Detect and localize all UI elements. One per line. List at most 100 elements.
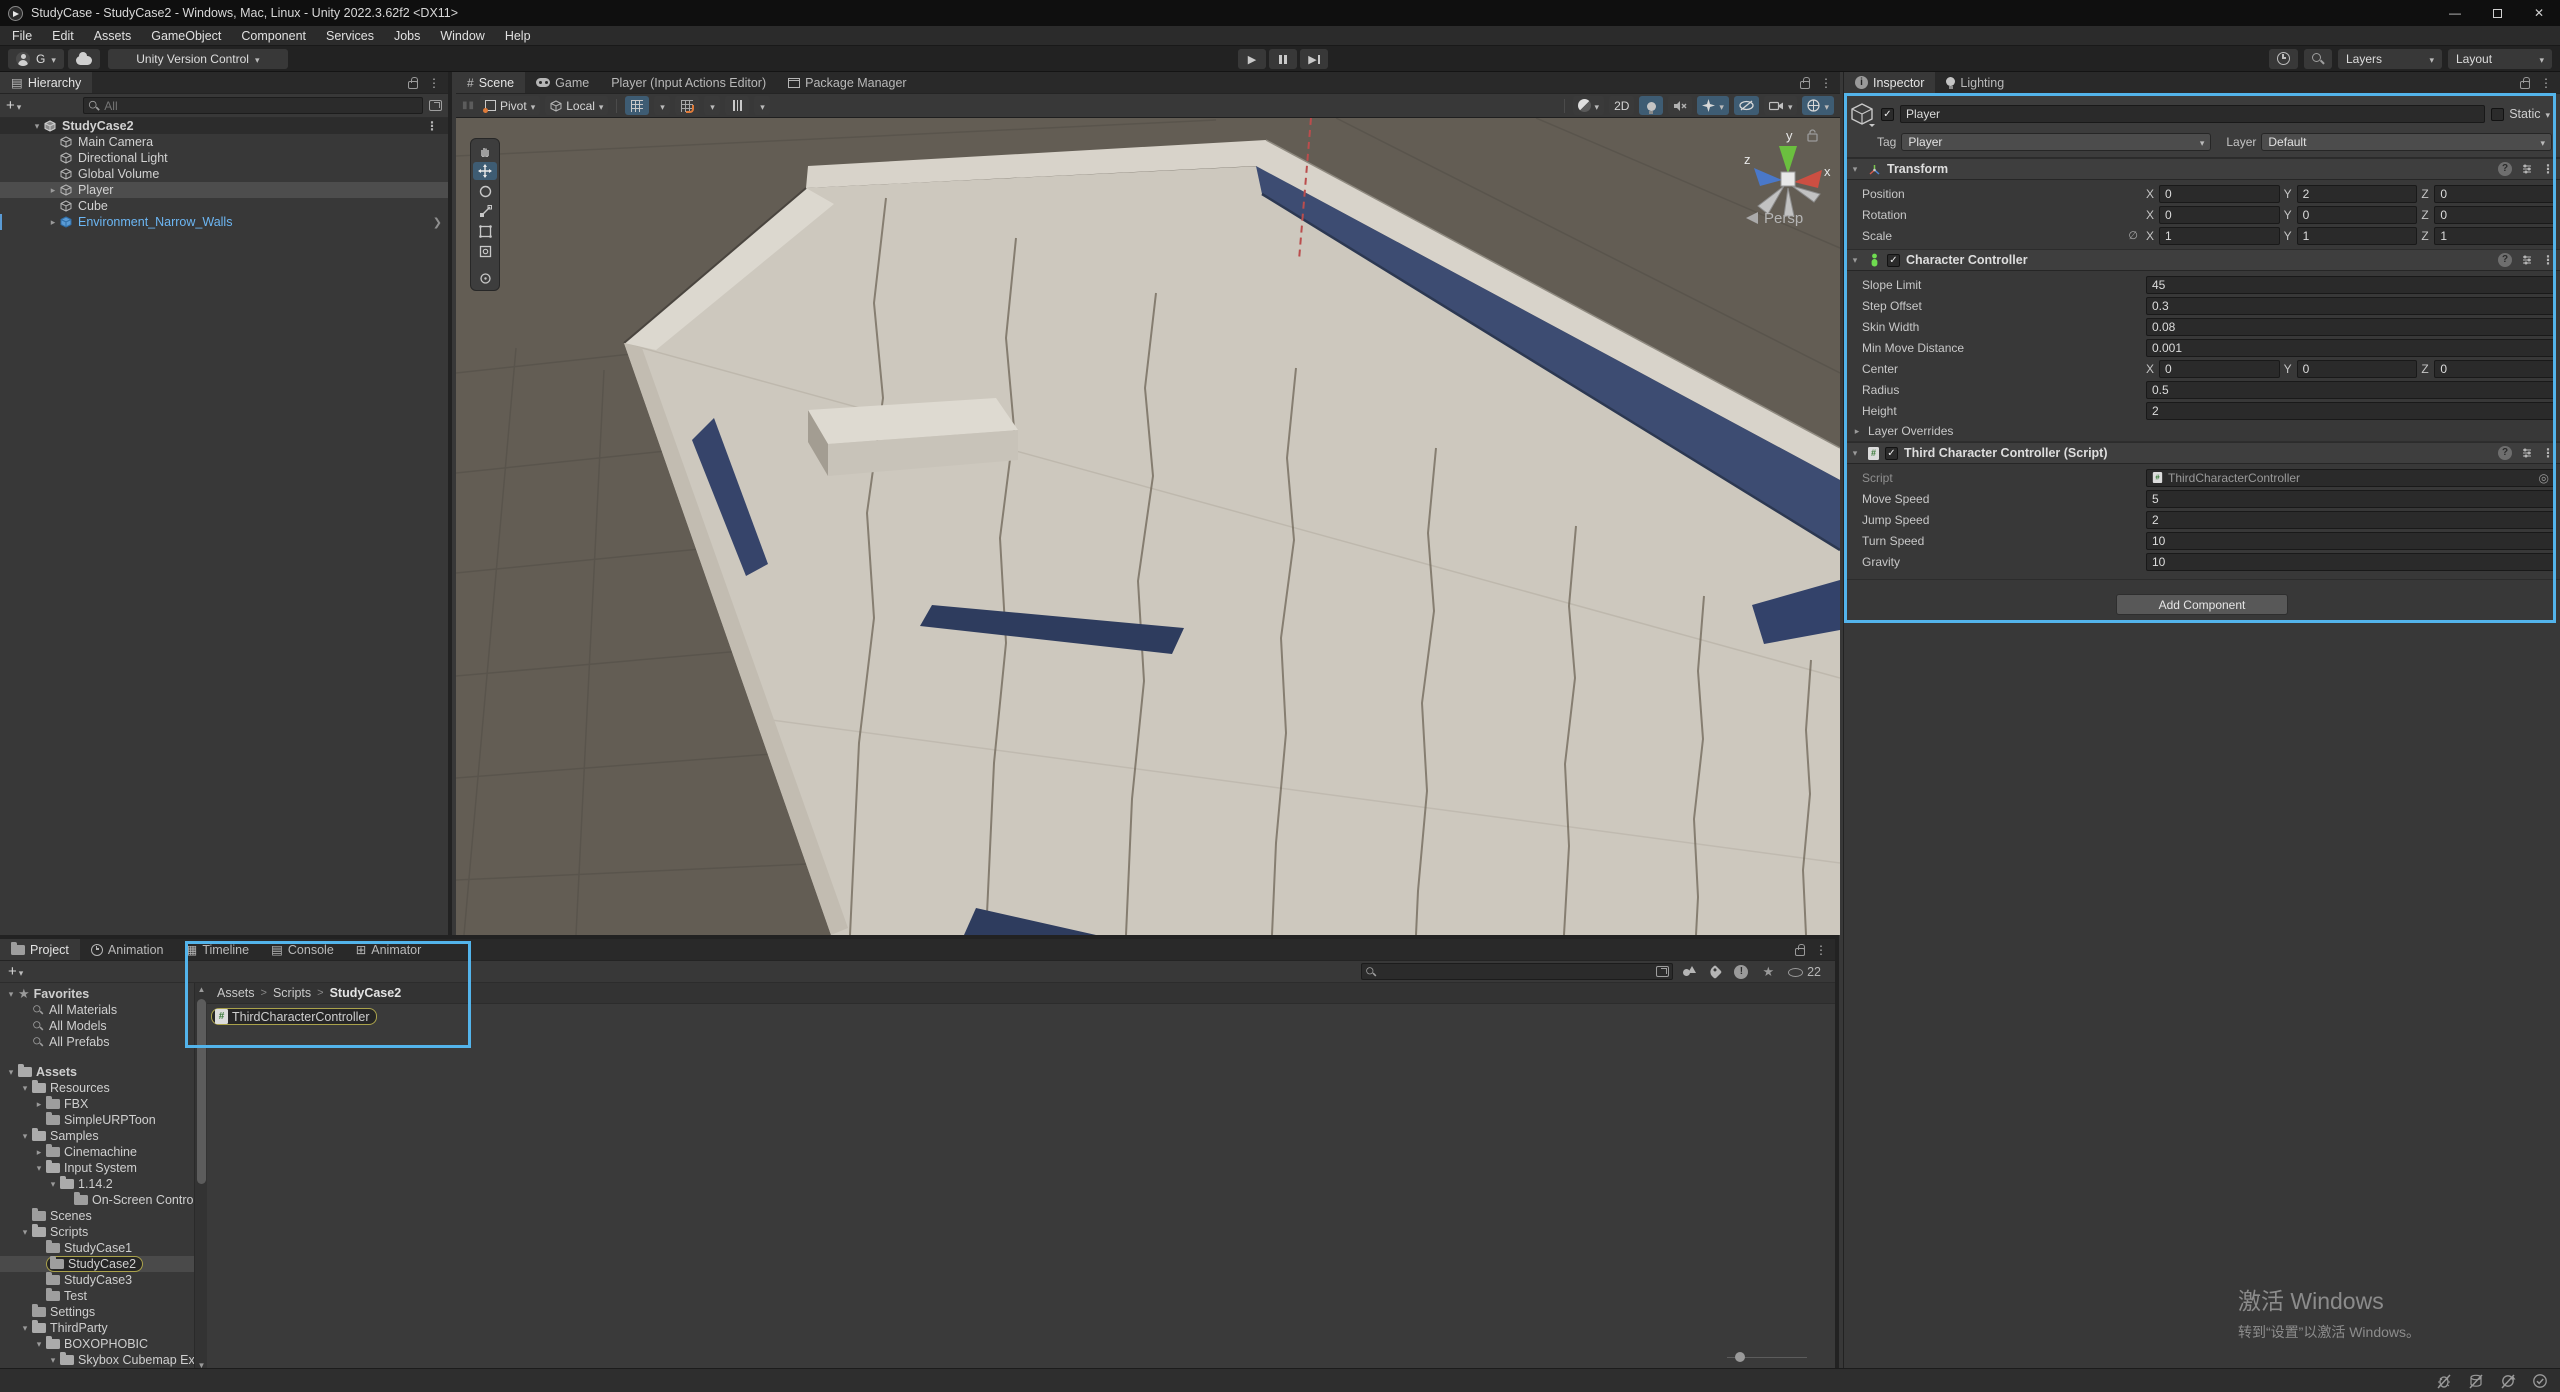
tab-project[interactable]: Project — [0, 939, 80, 960]
center-y-field[interactable]: 0 — [2297, 360, 2418, 378]
add-object-button[interactable]: + — [6, 97, 21, 114]
project-folder-thirdparty[interactable]: ThirdParty — [0, 1320, 194, 1336]
move-speed-field[interactable]: 5 — [2146, 490, 2555, 508]
hierarchy-item-player[interactable]: Player — [0, 182, 448, 198]
kebab-menu-icon[interactable] — [2540, 76, 2552, 90]
tab-game[interactable]: Game — [525, 72, 600, 93]
scrollbar-thumb[interactable] — [197, 999, 206, 1184]
menu-gameobject[interactable]: GameObject — [141, 29, 231, 43]
help-icon[interactable] — [2498, 253, 2512, 267]
2d-toggle-button[interactable]: 2D — [1609, 96, 1634, 115]
rotate-tool[interactable] — [473, 182, 497, 200]
grid-snapping-button[interactable] — [675, 96, 699, 115]
tab-hierarchy[interactable]: Hierarchy — [0, 72, 92, 93]
gravity-field[interactable]: 10 — [2146, 553, 2555, 571]
fold-arrow-icon[interactable] — [32, 1147, 46, 1158]
fold-arrow-icon[interactable] — [32, 1339, 46, 1350]
scale-z-field[interactable]: 1 — [2434, 227, 2555, 245]
project-folder-samples[interactable]: Samples — [0, 1128, 194, 1144]
jump-speed-field[interactable]: 2 — [2146, 511, 2555, 529]
kebab-menu-icon[interactable] — [1815, 943, 1827, 957]
scene-viewport[interactable]: y x z Persp — [456, 118, 1840, 935]
component-enabled-checkbox[interactable] — [1885, 447, 1898, 460]
layer-overrides-foldout[interactable]: Layer Overrides — [1844, 421, 2560, 442]
min-move-distance-field[interactable]: 0.001 — [2146, 339, 2555, 357]
gizmo-z-label[interactable]: z — [1744, 152, 1751, 167]
tab-animator[interactable]: Animator — [345, 939, 433, 960]
toolbar-grip[interactable]: ▮▮ — [462, 100, 475, 111]
layers-dropdown[interactable]: Layers — [2338, 49, 2442, 69]
version-control-button[interactable]: Unity Version Control — [108, 49, 288, 69]
project-folder-skybox-cubemap-ext[interactable]: Skybox Cubemap Ext — [0, 1352, 194, 1368]
search-by-type-icon[interactable] — [1683, 966, 1696, 977]
presets-icon[interactable] — [2521, 163, 2533, 175]
turn-speed-field[interactable]: 10 — [2146, 532, 2555, 550]
effects-dropdown[interactable] — [1697, 96, 1729, 115]
help-icon[interactable] — [2498, 162, 2512, 176]
favorite-all-prefabs[interactable]: All Prefabs — [0, 1034, 194, 1050]
project-folder-cinemachine[interactable]: Cinemachine — [0, 1144, 194, 1160]
pause-button[interactable] — [1269, 49, 1297, 69]
project-folder-studycase2[interactable]: StudyCase2 — [0, 1256, 194, 1272]
center-x-field[interactable]: 0 — [2159, 360, 2280, 378]
fold-arrow-icon[interactable] — [4, 1067, 18, 1078]
hierarchy-item-environment-narrow-walls[interactable]: Environment_Narrow_Walls❯ — [0, 214, 448, 230]
project-folder-studycase3[interactable]: StudyCase3 — [0, 1272, 194, 1288]
fold-arrow-icon[interactable] — [32, 1163, 46, 1174]
hierarchy-search-input[interactable] — [83, 97, 423, 114]
favorites-star-icon[interactable] — [1762, 964, 1774, 980]
grid-visibility-dropdown[interactable] — [654, 96, 670, 115]
presets-icon[interactable] — [2521, 447, 2533, 459]
step-button[interactable]: ▶ — [1300, 49, 1328, 69]
gameobject-cube-icon[interactable] — [1849, 101, 1875, 127]
help-icon[interactable] — [2498, 446, 2512, 460]
menu-edit[interactable]: Edit — [42, 29, 84, 43]
open-search-window-icon[interactable] — [1656, 966, 1669, 977]
custom-tools-button[interactable] — [473, 269, 497, 287]
project-folder-test[interactable]: Test — [0, 1288, 194, 1304]
tab-package-manager[interactable]: Package Manager — [777, 72, 917, 93]
persp-label[interactable]: Persp — [1764, 210, 1803, 227]
fold-arrow-icon[interactable] — [4, 989, 18, 1000]
cloud-button[interactable] — [68, 49, 100, 69]
tab-timeline[interactable]: Timeline — [175, 939, 261, 960]
gizmo-y-label[interactable]: y — [1786, 128, 1793, 143]
radius-field[interactable]: 0.5 — [2146, 381, 2555, 399]
tab-console[interactable]: Console — [260, 939, 345, 960]
slider-thumb[interactable] — [1735, 1352, 1745, 1362]
debugger-disabled-icon[interactable] — [2436, 1373, 2452, 1389]
fold-arrow-icon[interactable] — [18, 1131, 32, 1142]
kebab-menu-icon[interactable] — [426, 119, 438, 133]
slope-limit-field[interactable]: 45 — [2146, 276, 2555, 294]
project-folder-fbx[interactable]: FBX — [0, 1096, 194, 1112]
grid-snapping-dropdown[interactable] — [704, 96, 720, 115]
gameobject-name-field[interactable]: Player — [1900, 105, 2485, 123]
presets-icon[interactable] — [2521, 254, 2533, 266]
add-component-button[interactable]: Add Component — [2116, 594, 2288, 615]
minimize-button[interactable]: — — [2434, 0, 2476, 26]
scale-x-field[interactable]: 1 — [2159, 227, 2280, 245]
kebab-menu-icon[interactable] — [2542, 253, 2554, 267]
project-folder-resources[interactable]: Resources — [0, 1080, 194, 1096]
static-toggle[interactable]: Static — [2491, 107, 2552, 121]
asset-item-thirdcharactercontroller[interactable]: # ThirdCharacterController — [211, 1008, 377, 1025]
menu-component[interactable]: Component — [231, 29, 316, 43]
fold-arrow-icon[interactable] — [1848, 255, 1862, 266]
rotation-z-field[interactable]: 0 — [2434, 206, 2555, 224]
menu-services[interactable]: Services — [316, 29, 384, 43]
lock-icon[interactable] — [2520, 81, 2530, 89]
cache-server-disabled-icon[interactable] — [2468, 1373, 2484, 1389]
position-y-field[interactable]: 2 — [2297, 185, 2418, 203]
kebab-menu-icon[interactable] — [2542, 446, 2554, 460]
project-folder-scenes[interactable]: Scenes — [0, 1208, 194, 1224]
hierarchy-item-directional-light[interactable]: Directional Light — [0, 150, 448, 166]
position-x-field[interactable]: 0 — [2159, 185, 2280, 203]
grid-visibility-button[interactable] — [625, 96, 649, 115]
menu-help[interactable]: Help — [495, 29, 541, 43]
project-search-input[interactable] — [1361, 963, 1673, 980]
view-hand-tool[interactable] — [473, 142, 497, 160]
lock-icon[interactable] — [1800, 81, 1810, 89]
lock-icon[interactable] — [408, 81, 418, 89]
tab-inspector[interactable]: Inspector — [1844, 72, 1935, 93]
fold-arrow-icon[interactable] — [46, 1179, 60, 1190]
